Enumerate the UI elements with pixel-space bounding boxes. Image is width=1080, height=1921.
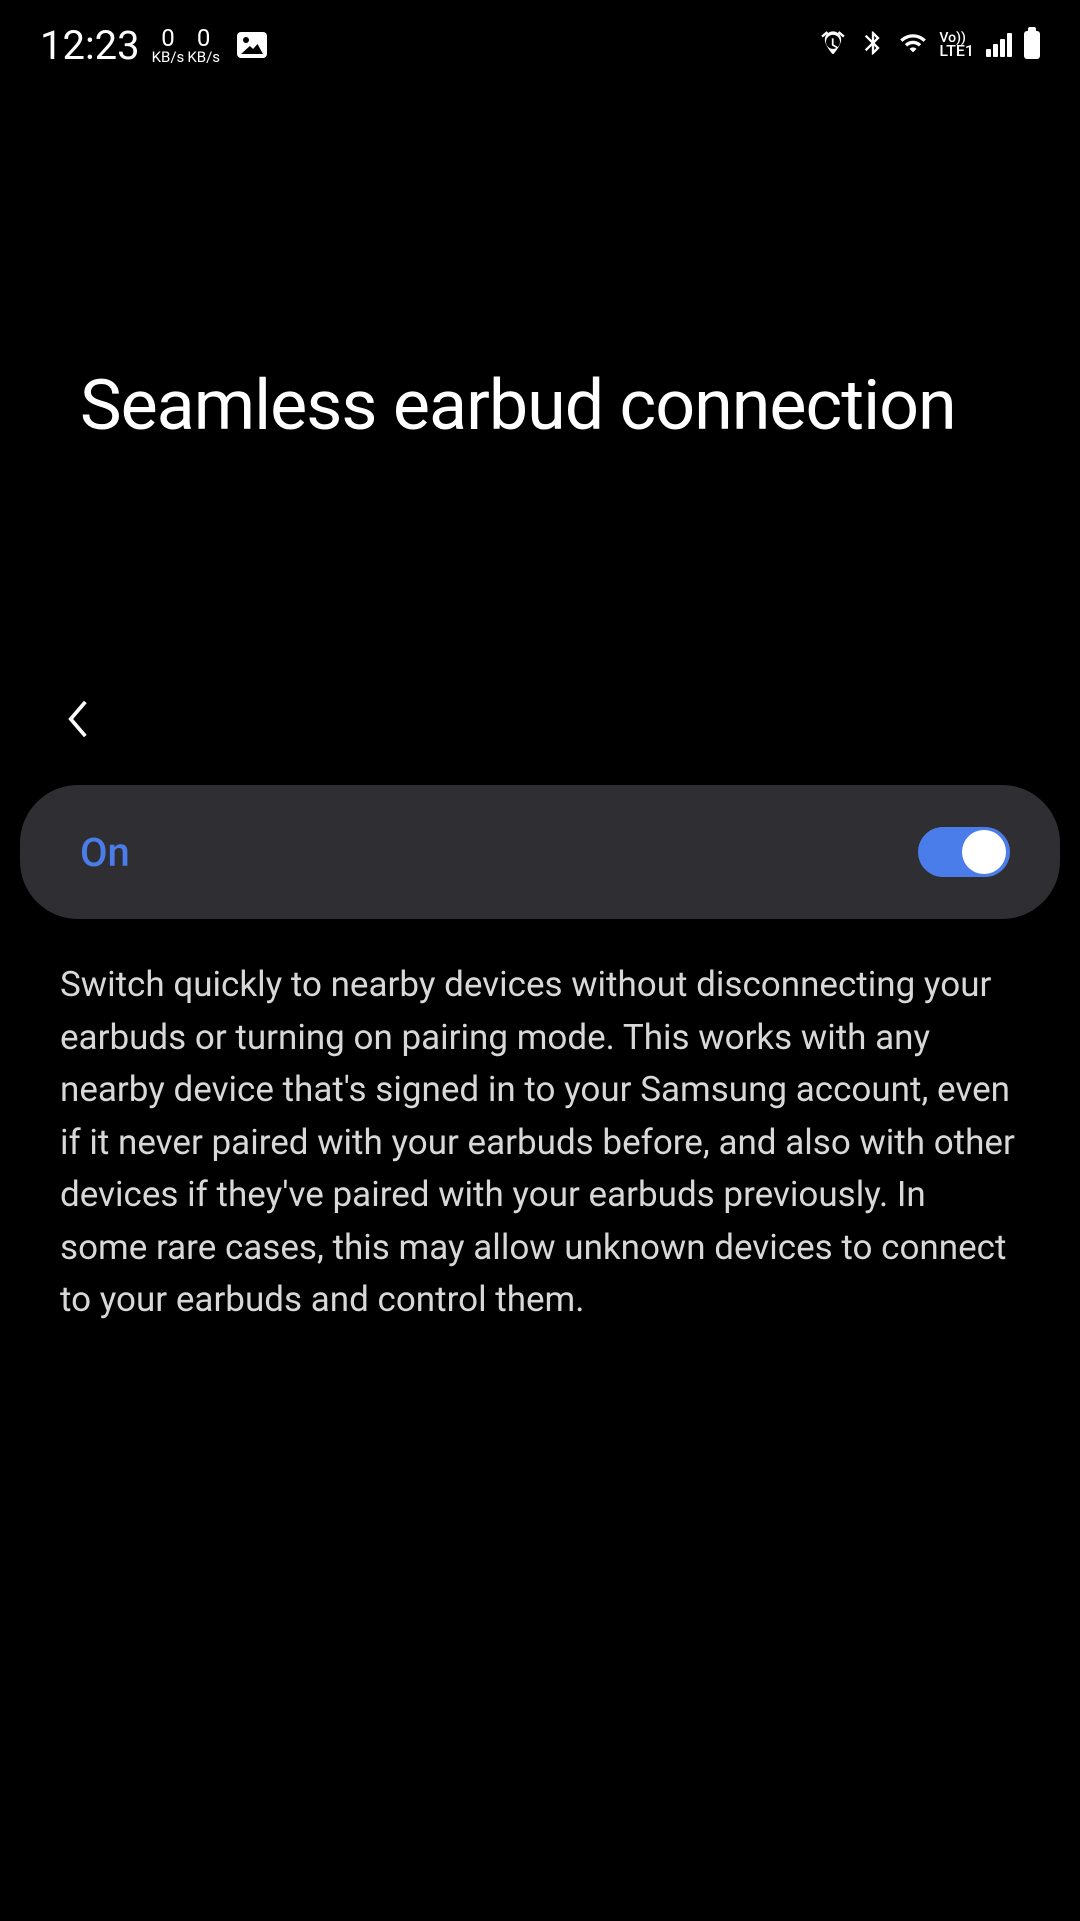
download-speed-indicator: 0 KB/s: [152, 26, 185, 65]
status-bar-left: 12:23 0 KB/s 0 KB/s: [40, 22, 267, 69]
status-time: 12:23: [40, 22, 140, 69]
alarm-icon: [819, 29, 847, 61]
battery-icon: [1024, 31, 1040, 59]
upload-speed-value: 0: [197, 26, 211, 50]
toggle-label: On: [80, 829, 130, 876]
page-title: Seamless earbud connection: [80, 365, 1000, 447]
page-header: Seamless earbud connection: [0, 80, 1080, 447]
signal-strength-icon: [986, 33, 1012, 57]
lte-label: LTE1: [939, 44, 974, 58]
download-speed-unit: KB/s: [152, 50, 185, 65]
toggle-knob: [962, 830, 1006, 874]
navigation-bar: [0, 447, 1080, 785]
setting-description: Switch quickly to nearby devices without…: [0, 919, 1080, 1367]
network-type-indicator: Vo)) LTE1: [939, 32, 974, 59]
network-speed-indicators: 0 KB/s 0 KB/s: [152, 26, 220, 65]
toggle-switch[interactable]: [918, 827, 1010, 877]
upload-speed-unit: KB/s: [187, 50, 220, 65]
wifi-icon: [899, 29, 927, 61]
status-bar-right: Vo)) LTE1: [819, 29, 1040, 61]
chevron-left-icon: [60, 697, 96, 741]
master-toggle-row[interactable]: On: [20, 785, 1060, 919]
download-speed-value: 0: [161, 26, 175, 50]
picture-icon: [237, 32, 267, 58]
upload-speed-indicator: 0 KB/s: [187, 26, 220, 65]
bluetooth-icon: [859, 29, 887, 61]
status-bar: 12:23 0 KB/s 0 KB/s Vo)) LTE1: [0, 0, 1080, 80]
back-button[interactable]: [60, 697, 1020, 745]
